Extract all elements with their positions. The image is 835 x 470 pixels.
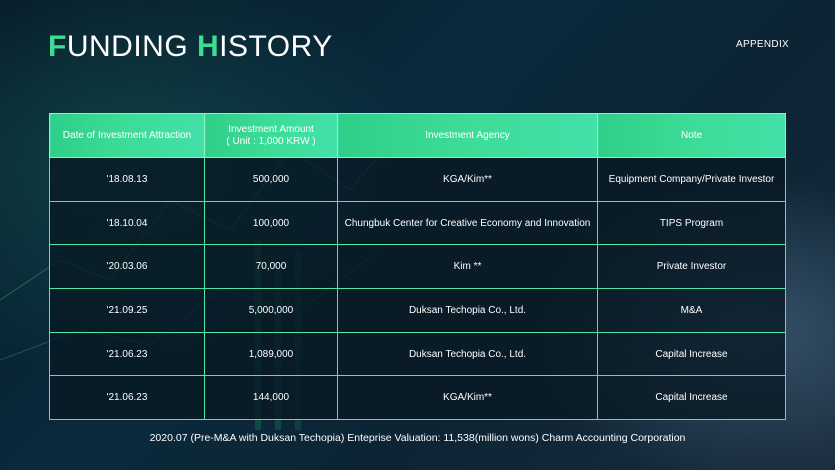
title-accent-letter: H — [197, 30, 220, 63]
cell-agency: Duksan Techopia Co., Ltd. — [337, 288, 598, 333]
table-row: '18.10.04 100,000 Chungbuk Center for Cr… — [49, 200, 786, 246]
cell-agency: KGA/Kim** — [337, 375, 598, 421]
page-title: FUNDING HISTORY — [48, 30, 333, 64]
title-accent-letter: F — [48, 30, 67, 63]
cell-note: M&A — [597, 288, 786, 333]
table-row: '21.06.23 1,089,000 Duksan Techopia Co.,… — [49, 331, 786, 377]
cell-note: Equipment Company/Private Investor — [597, 157, 786, 202]
title-text: UNDING — [66, 30, 197, 63]
cell-date: '21.06.23 — [49, 331, 205, 377]
cell-amount: 144,000 — [204, 375, 338, 421]
cell-note: Private Investor — [597, 244, 786, 290]
cell-agency: KGA/Kim** — [337, 157, 598, 202]
cell-note: Capital Increase — [597, 331, 786, 377]
cell-date: '21.09.25 — [49, 288, 205, 333]
cell-agency: Chungbuk Center for Creative Economy and… — [337, 200, 598, 246]
cell-note: Capital Increase — [597, 375, 786, 421]
valuation-footnote: 2020.07 (Pre-M&A with Duksan Techopia) E… — [149, 432, 686, 444]
cell-agency: Duksan Techopia Co., Ltd. — [337, 331, 598, 377]
cell-amount: 5,000,000 — [204, 288, 338, 333]
cell-date: '18.10.04 — [49, 200, 205, 246]
column-header-amount: Investment Amount( Unit : 1,000 KRW ) — [204, 113, 338, 158]
column-header-agency: Investment Agency — [337, 113, 598, 158]
cell-amount: 1,089,000 — [204, 331, 338, 377]
table-row: '20.03.06 70,000 Kim ** Private Investor — [49, 244, 786, 290]
funding-history-table: Date of Investment Attraction Investment… — [49, 113, 786, 421]
column-header-note: Note — [597, 113, 786, 158]
title-text: ISTORY — [219, 30, 333, 63]
table-row: '18.08.13 500,000 KGA/Kim** Equipment Co… — [49, 157, 786, 202]
cell-amount: 70,000 — [204, 244, 338, 290]
cell-note: TIPS Program — [597, 200, 786, 246]
column-header-date: Date of Investment Attraction — [49, 113, 205, 158]
appendix-label: APPENDIX — [736, 39, 789, 50]
cell-agency: Kim ** — [337, 244, 598, 290]
column-header-label: Note — [680, 129, 703, 141]
cell-date: '18.08.13 — [49, 157, 205, 202]
table-row: '21.06.23 144,000 KGA/Kim** Capital Incr… — [49, 375, 786, 421]
table-row: '21.09.25 5,000,000 Duksan Techopia Co.,… — [49, 288, 786, 333]
cell-amount: 100,000 — [204, 200, 338, 246]
table-header-row: Date of Investment Attraction Investment… — [49, 113, 786, 158]
column-header-sublabel: ( Unit : 1,000 KRW ) — [226, 135, 316, 147]
column-header-label: Investment Amount — [228, 123, 314, 135]
column-header-label: Investment Agency — [425, 129, 510, 141]
column-header-label: Date of Investment Attraction — [62, 129, 192, 141]
cell-date: '21.06.23 — [49, 375, 205, 421]
cell-date: '20.03.06 — [49, 244, 205, 290]
cell-amount: 500,000 — [204, 157, 338, 202]
